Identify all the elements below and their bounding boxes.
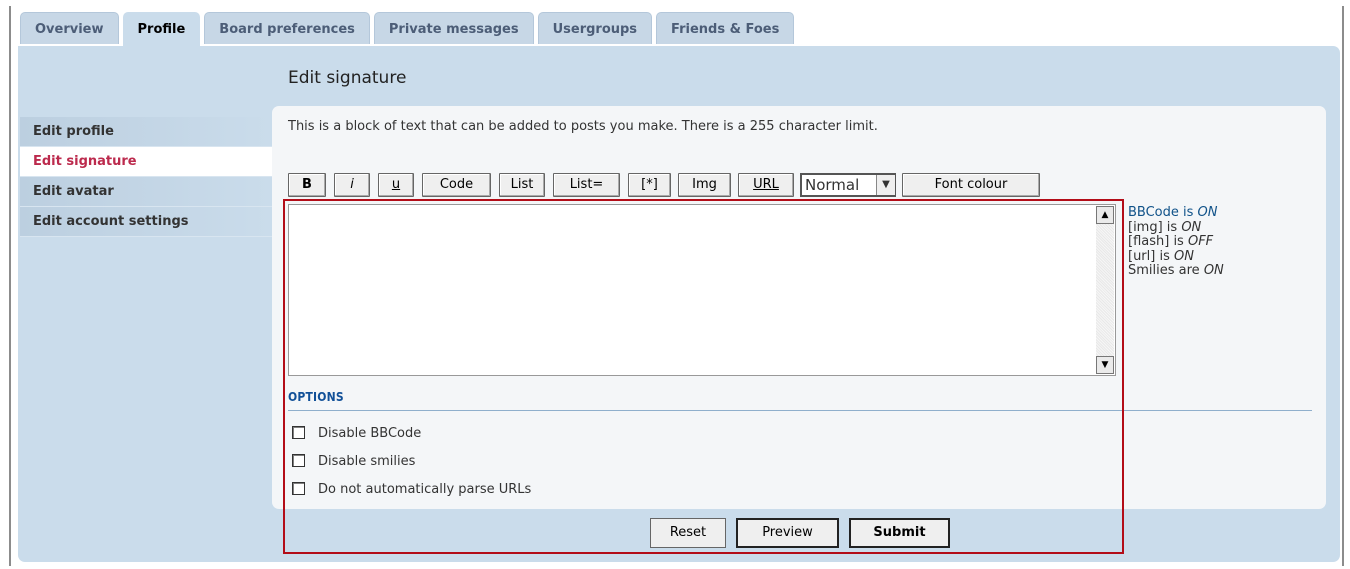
page-title: Edit signature [288, 68, 407, 88]
list-equals-button[interactable]: List= [553, 173, 620, 197]
options-heading: OPTIONS [288, 390, 344, 404]
sidebar-nav: Edit profile Edit signature Edit avatar … [20, 117, 272, 237]
flash-status: [flash] is OFF [1128, 234, 1214, 249]
smilies-status: Smilies are ON [1128, 263, 1224, 278]
bold-button[interactable]: B [288, 173, 326, 197]
tab-profile[interactable]: Profile [122, 12, 201, 46]
bbcode-status-list: BBCode is ON [img] is ON [flash] is OFF … [1128, 205, 1224, 279]
list-button[interactable]: List [499, 173, 545, 197]
img-status: [img] is ON [1128, 219, 1202, 235]
no-parse-urls-label: Do not automatically parse URLs [318, 482, 532, 497]
sidebar-item-edit-profile[interactable]: Edit profile [20, 117, 272, 147]
option-disable-smilies: Disable smilies [292, 454, 415, 470]
sidebar-item-edit-avatar[interactable]: Edit avatar [20, 177, 272, 207]
option-no-parse-urls: Do not automatically parse URLs [292, 482, 531, 498]
tab-board-preferences[interactable]: Board preferences [204, 12, 370, 44]
options-divider [288, 410, 1312, 411]
tab-private-messages[interactable]: Private messages [373, 12, 534, 44]
sidebar-item-edit-account-settings[interactable]: Edit account settings [20, 207, 272, 237]
textarea-scrollbar[interactable]: ▲ ▼ [1096, 206, 1114, 374]
sidebar-item-edit-signature[interactable]: Edit signature [20, 147, 272, 177]
tab-overview[interactable]: Overview [20, 12, 119, 44]
scroll-down-icon[interactable]: ▼ [1096, 356, 1114, 374]
list-item-button[interactable]: [*] [628, 173, 671, 197]
font-size-select[interactable]: Normal ▼ [800, 173, 896, 197]
preview-button[interactable]: Preview [736, 518, 839, 548]
underline-button[interactable]: u [378, 173, 414, 197]
disable-smilies-label: Disable smilies [318, 454, 416, 469]
option-disable-bbcode: Disable BBCode [292, 426, 421, 442]
no-parse-urls-checkbox[interactable] [292, 482, 305, 495]
reset-button[interactable]: Reset [650, 518, 726, 548]
chevron-down-icon[interactable]: ▼ [876, 175, 895, 195]
font-size-value: Normal [805, 176, 860, 194]
signature-textarea[interactable]: ▲ ▼ [288, 204, 1116, 376]
tab-friends-foes[interactable]: Friends & Foes [656, 12, 795, 44]
url-status: [url] is ON [1128, 248, 1194, 264]
ucp-tabs: Overview Profile Board preferences Priva… [20, 12, 798, 46]
code-button[interactable]: Code [422, 173, 491, 197]
intro-text: This is a block of text that can be adde… [288, 119, 878, 134]
img-button[interactable]: Img [678, 173, 731, 197]
italic-button[interactable]: i [334, 173, 370, 197]
disable-bbcode-checkbox[interactable] [292, 426, 305, 439]
disable-bbcode-label: Disable BBCode [318, 426, 422, 441]
scroll-up-icon[interactable]: ▲ [1096, 206, 1114, 224]
url-button[interactable]: URL [738, 173, 794, 197]
disable-smilies-checkbox[interactable] [292, 454, 305, 467]
bbcode-status: BBCode is ON [1128, 205, 1218, 220]
tab-usergroups[interactable]: Usergroups [537, 12, 653, 44]
font-colour-button[interactable]: Font colour [902, 173, 1040, 197]
submit-button[interactable]: Submit [849, 518, 950, 548]
